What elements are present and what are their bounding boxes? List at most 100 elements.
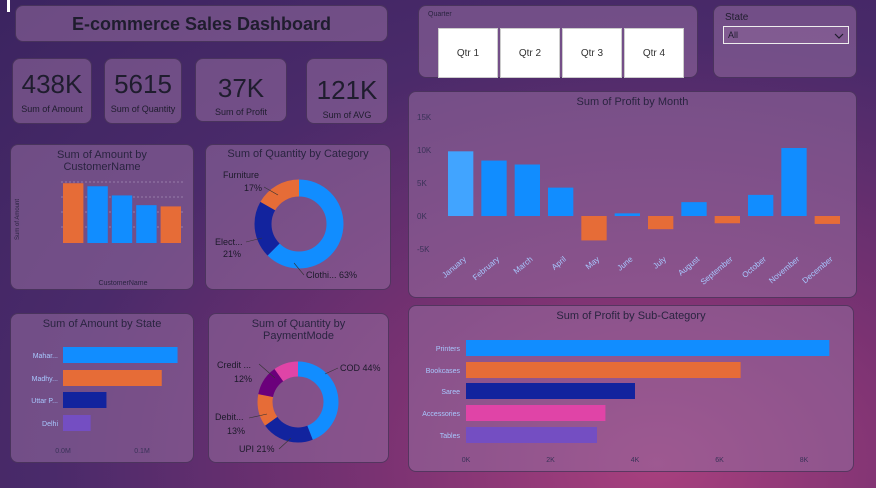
bar [63, 347, 178, 363]
chevron-down-icon [834, 33, 844, 39]
bar [63, 370, 162, 386]
y-tick-label: Saree [441, 389, 460, 396]
x-tick-label: December [801, 254, 835, 285]
x-tick-label: February [471, 255, 501, 282]
quarter-slicer: Quarter Qtr 1 Qtr 2 Qtr 3 Qtr 4 [418, 5, 698, 78]
quarter-button-q1[interactable]: Qtr 1 [438, 28, 498, 78]
kpi-label: Sum of AVG [322, 110, 372, 120]
slice-label: Elect... [215, 237, 243, 247]
y-tick-label: Accessories [422, 411, 460, 418]
state-slicer-label: State [725, 12, 749, 23]
bar [548, 187, 574, 216]
leader-line [324, 367, 339, 375]
x-tick-label: 0K [462, 457, 471, 464]
y-tick-label: Printers [436, 346, 461, 353]
x-tick-label: January [440, 255, 468, 280]
x-tick-label: 4K [631, 457, 640, 464]
y-tick-label: Mahar... [33, 353, 58, 360]
kpi-label: Sum of Amount [21, 104, 83, 114]
qty-by-payment-chart: COD 44% UPI 21% Debit... 13% Credit ... 12% [215, 360, 381, 454]
kpi-label: Sum of Profit [214, 107, 268, 117]
corner-marker [7, 0, 10, 12]
title-panel: E-commerce Sales Dashboard [15, 5, 388, 42]
quarter-slicer-label: Quarter [428, 11, 452, 18]
slice-label: 13% [227, 426, 245, 436]
profit-by-month-panel: Sum of Profit by Month 15K 10K 5K 0K -5K Janu… [408, 91, 857, 298]
x-tick-label: November [767, 254, 801, 285]
y-tick-label: Delhi [42, 421, 58, 428]
bar [63, 392, 107, 408]
kpi-label: Sum of Quantity [110, 104, 176, 114]
bar [781, 148, 807, 216]
state-dropdown-value: All [728, 30, 739, 40]
y-tick-label: Tables [440, 433, 461, 440]
bar [581, 216, 607, 241]
profit-by-month-chart: 15K 10K 5K 0K -5K January February March April Ma… [417, 113, 840, 287]
kpi-card-quantity: 5615 Sum of Quantity [104, 58, 182, 124]
quarter-button-q3[interactable]: Qtr 3 [562, 28, 622, 78]
bar [111, 195, 133, 243]
x-tick-label: April [550, 255, 568, 272]
quarter-button-q4[interactable]: Qtr 4 [624, 28, 684, 78]
kpi-value: 5615 [114, 69, 172, 99]
bar [136, 205, 157, 243]
bar [681, 202, 707, 216]
bar [160, 206, 181, 243]
kpi-card-profit: 37K Sum of Profit [195, 58, 287, 122]
bar [466, 405, 606, 421]
x-tick-label: March [512, 255, 535, 276]
y-axis-label: Sum of Amount [15, 199, 21, 240]
bar [814, 216, 840, 224]
qty-by-category-chart: Clothi... 63% Elect... 21% Furniture 17% [215, 170, 357, 280]
slice-label: Clothi... 63% [306, 270, 357, 280]
y-tick-label: Madhy... [32, 376, 58, 383]
slice-label: UPI 21% [239, 444, 275, 454]
bar [466, 427, 597, 443]
bar [87, 186, 108, 243]
bar [714, 216, 740, 224]
profit-by-subcategory-chart: Printers Bookcases Saree Accessories Tables 0… [422, 340, 830, 464]
bar [514, 164, 540, 216]
x-tick-label: 6K [715, 457, 724, 464]
x-tick-label: August [676, 254, 701, 277]
x-tick-label: 2K [546, 457, 555, 464]
amount-by-state-panel: Sum of Amount by State Mahar... Madhy... U… [10, 313, 194, 463]
bar [63, 183, 84, 243]
bar [63, 415, 91, 431]
y-tick-label: -5K [417, 245, 430, 254]
amount-by-customer-chart: Sum of Amount CustomerName [15, 181, 183, 287]
bar [466, 340, 830, 356]
bar [648, 216, 674, 230]
x-tick-label: 0.1M [134, 448, 150, 455]
slice-label: COD 44% [340, 363, 381, 373]
kpi-card-avg: 121K Sum of AVG [306, 58, 388, 124]
bar [466, 362, 741, 378]
state-slicer: State All [713, 5, 857, 78]
bar [614, 213, 640, 216]
y-tick-label: Uttar P... [31, 398, 58, 405]
slice-label: Furniture [223, 170, 259, 180]
slice-label: 17% [244, 183, 262, 193]
bar [481, 160, 507, 216]
x-tick-label: June [616, 254, 635, 272]
slice-label: Debit... [215, 412, 244, 422]
quarter-button-q2[interactable]: Qtr 2 [500, 28, 560, 78]
y-tick-label: 15K [417, 113, 432, 122]
kpi-value: 121K [316, 75, 378, 105]
bar [448, 151, 474, 216]
kpi-card-amount: 438K Sum of Amount [12, 58, 92, 124]
x-axis-label: CustomerName [98, 280, 147, 287]
x-tick-label: September [699, 254, 735, 286]
x-tick-label: May [584, 255, 601, 272]
qty-by-category-panel: Sum of Quantity by Category Clothi... 63… [205, 144, 391, 290]
amount-by-state-chart: Mahar... Madhy... Uttar P... Delhi 0.0M 0.1M [31, 347, 178, 455]
x-tick-label: July [651, 255, 668, 271]
y-tick-label: 0K [417, 212, 427, 221]
state-dropdown[interactable]: All [723, 26, 849, 44]
x-tick-label: 0.0M [55, 448, 71, 455]
profit-by-subcategory-panel: Sum of Profit by Sub-Category Printers Bo… [408, 305, 854, 472]
slice-label: Credit ... [217, 360, 251, 370]
slice-label: 21% [223, 249, 241, 259]
x-tick-label: October [740, 254, 768, 279]
x-tick-label: 8K [800, 457, 809, 464]
